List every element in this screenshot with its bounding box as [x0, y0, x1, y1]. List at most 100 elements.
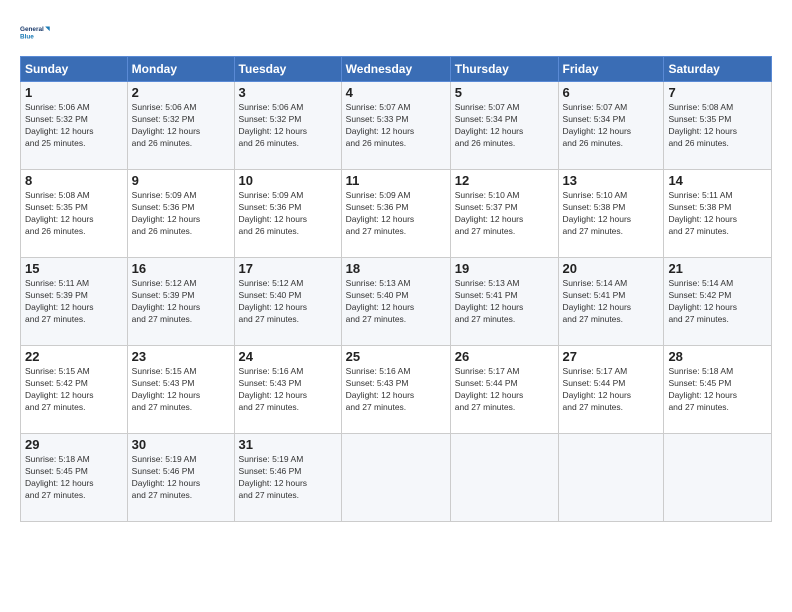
day-info: Sunrise: 5:15 AM Sunset: 5:43 PM Dayligh…: [132, 366, 230, 414]
calendar-cell: 28Sunrise: 5:18 AM Sunset: 5:45 PM Dayli…: [664, 346, 772, 434]
calendar-cell: 19 Sunrise: 5:13 AM Sunset: 5:41 PM Dayli…: [450, 258, 558, 346]
calendar-cell: 7 Sunrise: 5:08 AM Sunset: 5:35 PM Daylig…: [664, 82, 772, 170]
day-info: Sunrise: 5:08 AM Sunset: 5:35 PM Dayligh…: [668, 102, 767, 150]
day-number: 26: [455, 349, 554, 364]
day-info: Sunrise: 5:14 AM Sunset: 5:42 PM Dayligh…: [668, 278, 767, 326]
day-number: 16: [132, 261, 230, 276]
calendar-cell: 14 Sunrise: 5:11 AM Sunset: 5:38 PM Dayli…: [664, 170, 772, 258]
day-number: 2: [132, 85, 230, 100]
day-number: 22: [25, 349, 123, 364]
calendar-cell: 22 Sunrise: 5:15 AM Sunset: 5:42 PM Dayli…: [21, 346, 128, 434]
calendar-cell: 27 Sunrise: 5:17 AM Sunset: 5:44 PM Dayli…: [558, 346, 664, 434]
calendar-dow-tuesday: Tuesday: [234, 57, 341, 82]
calendar-cell: 12 Sunrise: 5:10 AM Sunset: 5:37 PM Dayli…: [450, 170, 558, 258]
day-number: 31: [239, 437, 337, 452]
calendar-cell: 1 Sunrise: 5:06 AM Sunset: 5:32 PM Daylig…: [21, 82, 128, 170]
day-info: Sunrise: 5:18 AM Sunset: 5:45 PM Dayligh…: [668, 366, 767, 414]
calendar-cell: 24 Sunrise: 5:16 AM Sunset: 5:43 PM Dayli…: [234, 346, 341, 434]
day-number: 10: [239, 173, 337, 188]
day-info: Sunrise: 5:08 AM Sunset: 5:35 PM Dayligh…: [25, 190, 123, 238]
day-number: 24: [239, 349, 337, 364]
calendar-week-3: 15Sunrise: 5:11 AM Sunset: 5:39 PM Dayli…: [21, 258, 772, 346]
calendar-week-1: 1 Sunrise: 5:06 AM Sunset: 5:32 PM Daylig…: [21, 82, 772, 170]
day-number: 19: [455, 261, 554, 276]
day-number: 25: [346, 349, 446, 364]
day-number: 18: [346, 261, 446, 276]
calendar-cell: 17Sunrise: 5:12 AM Sunset: 5:40 PM Dayli…: [234, 258, 341, 346]
calendar-cell: 13 Sunrise: 5:10 AM Sunset: 5:38 PM Dayli…: [558, 170, 664, 258]
day-info: Sunrise: 5:09 AM Sunset: 5:36 PM Dayligh…: [239, 190, 337, 238]
day-number: 9: [132, 173, 230, 188]
day-info: Sunrise: 5:16 AM Sunset: 5:43 PM Dayligh…: [346, 366, 446, 414]
day-info: Sunrise: 5:06 AM Sunset: 5:32 PM Dayligh…: [239, 102, 337, 150]
day-number: 23: [132, 349, 230, 364]
calendar-cell: 11 Sunrise: 5:09 AM Sunset: 5:36 PM Dayli…: [341, 170, 450, 258]
calendar-week-2: 8 Sunrise: 5:08 AM Sunset: 5:35 PM Daylig…: [21, 170, 772, 258]
calendar-cell: 30Sunrise: 5:19 AM Sunset: 5:46 PM Dayli…: [127, 434, 234, 522]
day-number: 3: [239, 85, 337, 100]
day-info: Sunrise: 5:19 AM Sunset: 5:46 PM Dayligh…: [239, 454, 337, 502]
day-number: 6: [563, 85, 660, 100]
calendar-cell: 4Sunrise: 5:07 AM Sunset: 5:33 PM Daylig…: [341, 82, 450, 170]
calendar-cell: [558, 434, 664, 522]
day-info: Sunrise: 5:06 AM Sunset: 5:32 PM Dayligh…: [132, 102, 230, 150]
day-info: Sunrise: 5:15 AM Sunset: 5:42 PM Dayligh…: [25, 366, 123, 414]
day-info: Sunrise: 5:09 AM Sunset: 5:36 PM Dayligh…: [346, 190, 446, 238]
day-info: Sunrise: 5:13 AM Sunset: 5:40 PM Dayligh…: [346, 278, 446, 326]
calendar-cell: [664, 434, 772, 522]
calendar-table: SundayMondayTuesdayWednesdayThursdayFrid…: [20, 56, 772, 522]
day-info: Sunrise: 5:07 AM Sunset: 5:34 PM Dayligh…: [563, 102, 660, 150]
calendar-cell: 2 Sunrise: 5:06 AM Sunset: 5:32 PM Daylig…: [127, 82, 234, 170]
calendar-dow-saturday: Saturday: [664, 57, 772, 82]
logo: GeneralBlue: [20, 16, 52, 48]
day-info: Sunrise: 5:17 AM Sunset: 5:44 PM Dayligh…: [563, 366, 660, 414]
day-info: Sunrise: 5:09 AM Sunset: 5:36 PM Dayligh…: [132, 190, 230, 238]
day-number: 20: [563, 261, 660, 276]
day-info: Sunrise: 5:07 AM Sunset: 5:34 PM Dayligh…: [455, 102, 554, 150]
day-number: 14: [668, 173, 767, 188]
calendar-dow-thursday: Thursday: [450, 57, 558, 82]
calendar-cell: 20 Sunrise: 5:14 AM Sunset: 5:41 PM Dayli…: [558, 258, 664, 346]
day-info: Sunrise: 5:18 AM Sunset: 5:45 PM Dayligh…: [25, 454, 123, 502]
day-info: Sunrise: 5:07 AM Sunset: 5:33 PM Dayligh…: [346, 102, 446, 150]
logo-icon: GeneralBlue: [20, 16, 52, 48]
day-number: 1: [25, 85, 123, 100]
day-info: Sunrise: 5:16 AM Sunset: 5:43 PM Dayligh…: [239, 366, 337, 414]
calendar-cell: 3 Sunrise: 5:06 AM Sunset: 5:32 PM Daylig…: [234, 82, 341, 170]
day-number: 17: [239, 261, 337, 276]
calendar-cell: 26 Sunrise: 5:17 AM Sunset: 5:44 PM Dayli…: [450, 346, 558, 434]
day-info: Sunrise: 5:17 AM Sunset: 5:44 PM Dayligh…: [455, 366, 554, 414]
day-info: Sunrise: 5:11 AM Sunset: 5:39 PM Dayligh…: [25, 278, 123, 326]
calendar-dow-friday: Friday: [558, 57, 664, 82]
day-number: 7: [668, 85, 767, 100]
day-number: 12: [455, 173, 554, 188]
day-number: 5: [455, 85, 554, 100]
calendar-dow-monday: Monday: [127, 57, 234, 82]
day-number: 13: [563, 173, 660, 188]
day-number: 27: [563, 349, 660, 364]
day-info: Sunrise: 5:14 AM Sunset: 5:41 PM Dayligh…: [563, 278, 660, 326]
day-info: Sunrise: 5:10 AM Sunset: 5:37 PM Dayligh…: [455, 190, 554, 238]
svg-text:General: General: [20, 26, 44, 33]
day-info: Sunrise: 5:19 AM Sunset: 5:46 PM Dayligh…: [132, 454, 230, 502]
day-number: 29: [25, 437, 123, 452]
day-info: Sunrise: 5:10 AM Sunset: 5:38 PM Dayligh…: [563, 190, 660, 238]
day-info: Sunrise: 5:06 AM Sunset: 5:32 PM Dayligh…: [25, 102, 123, 150]
calendar-cell: 31 Sunrise: 5:19 AM Sunset: 5:46 PM Dayli…: [234, 434, 341, 522]
calendar-cell: 5 Sunrise: 5:07 AM Sunset: 5:34 PM Daylig…: [450, 82, 558, 170]
calendar-header-row: SundayMondayTuesdayWednesdayThursdayFrid…: [21, 57, 772, 82]
calendar-cell: 16Sunrise: 5:12 AM Sunset: 5:39 PM Dayli…: [127, 258, 234, 346]
calendar-cell: 9 Sunrise: 5:09 AM Sunset: 5:36 PM Daylig…: [127, 170, 234, 258]
calendar-cell: 8 Sunrise: 5:08 AM Sunset: 5:35 PM Daylig…: [21, 170, 128, 258]
calendar-cell: 23 Sunrise: 5:15 AM Sunset: 5:43 PM Dayli…: [127, 346, 234, 434]
header: GeneralBlue: [20, 16, 772, 48]
day-number: 8: [25, 173, 123, 188]
calendar-cell: 18 Sunrise: 5:13 AM Sunset: 5:40 PM Dayli…: [341, 258, 450, 346]
calendar-cell: [450, 434, 558, 522]
calendar-cell: 21Sunrise: 5:14 AM Sunset: 5:42 PM Dayli…: [664, 258, 772, 346]
day-info: Sunrise: 5:13 AM Sunset: 5:41 PM Dayligh…: [455, 278, 554, 326]
calendar-cell: 25 Sunrise: 5:16 AM Sunset: 5:43 PM Dayli…: [341, 346, 450, 434]
day-number: 11: [346, 173, 446, 188]
day-info: Sunrise: 5:11 AM Sunset: 5:38 PM Dayligh…: [668, 190, 767, 238]
calendar-week-5: 29 Sunrise: 5:18 AM Sunset: 5:45 PM Dayli…: [21, 434, 772, 522]
